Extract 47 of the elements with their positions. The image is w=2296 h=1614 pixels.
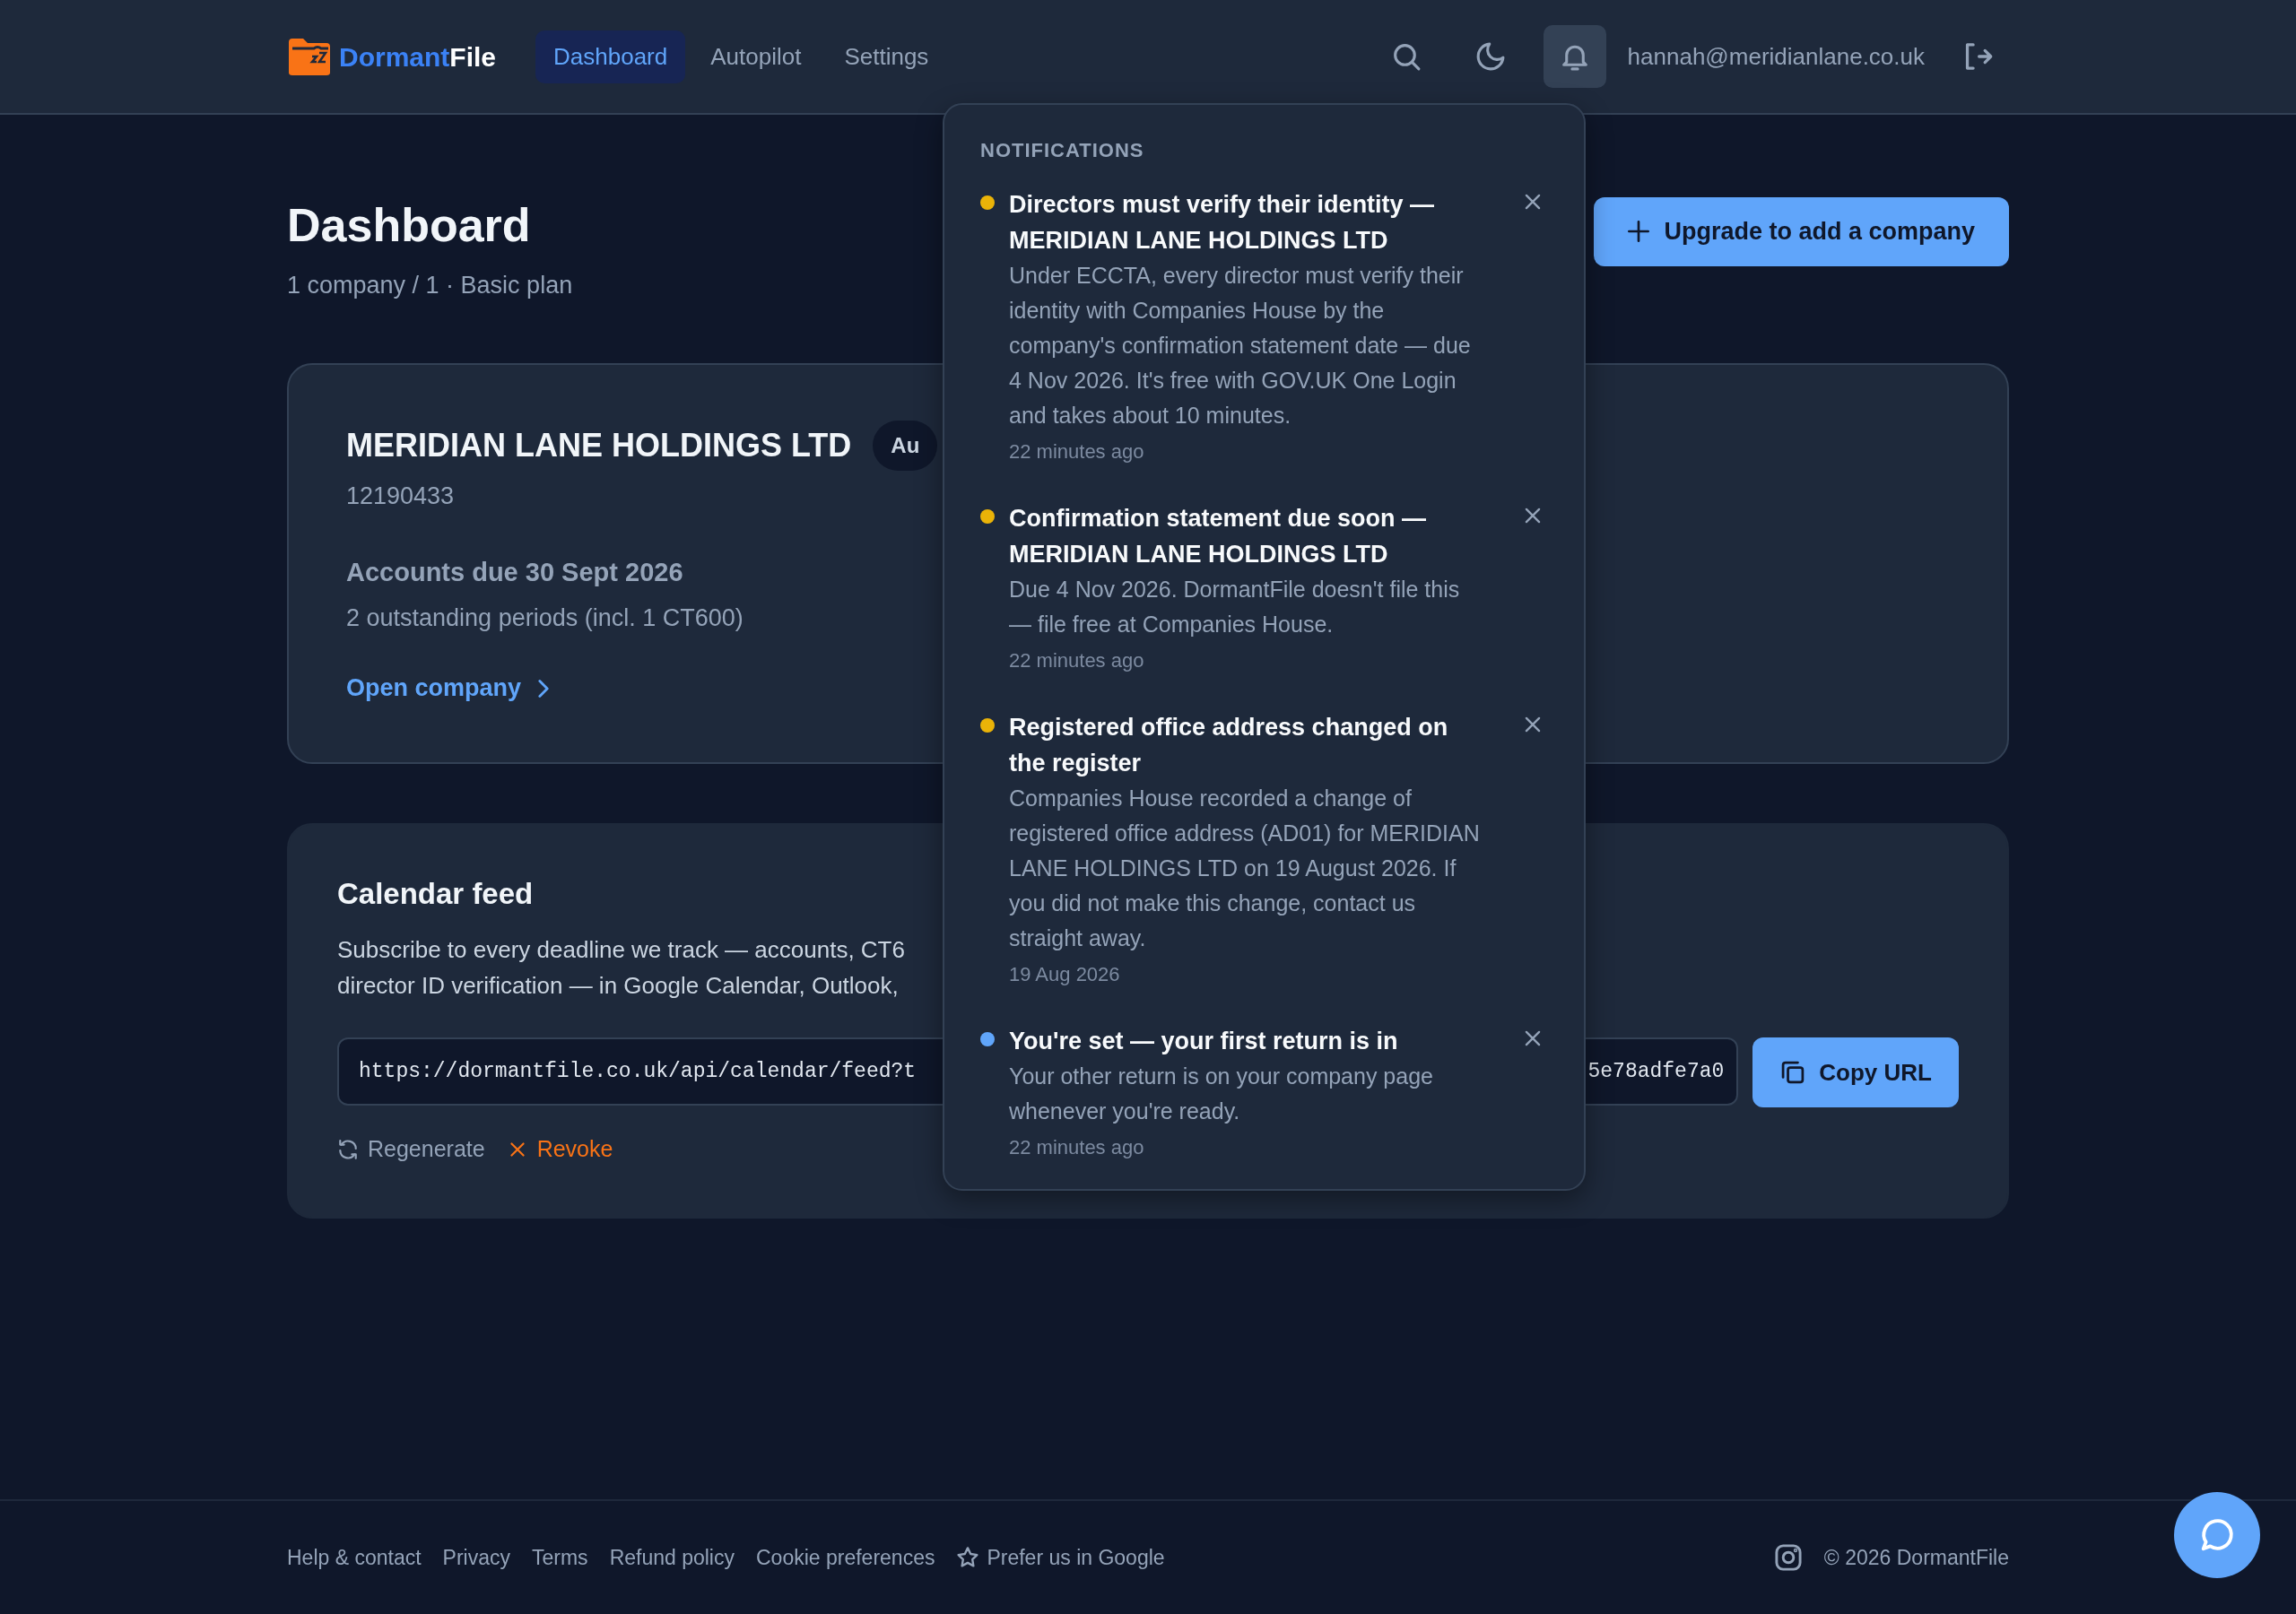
footer-link[interactable]: Prefer us in Google — [956, 1541, 1165, 1574]
upgrade-button[interactable]: Upgrade to add a company — [1594, 197, 2009, 266]
user-email: hannah@meridianlane.co.uk — [1627, 41, 1925, 72]
nav-tab[interactable]: Autopilot — [692, 30, 820, 83]
folder-logo-icon — [287, 37, 332, 76]
description-text: Subscribe to every deadline we track — accounts, CT6 — [337, 935, 905, 966]
open-company-link[interactable]: Open company — [346, 670, 551, 707]
footer-link[interactable]: Refund policy — [609, 1541, 735, 1574]
calendar-title: Calendar feed — [337, 875, 534, 912]
instagram-link[interactable] — [1773, 1543, 1803, 1572]
page-subtitle: 1 company / 1 · Basic plan — [287, 271, 573, 301]
copyright-text: © 2026 DormantFile — [1823, 1544, 2009, 1571]
instagram-icon — [1773, 1543, 1803, 1572]
notifications-button[interactable] — [1543, 25, 1606, 88]
notification-title: Confirmation statement due soon — MERIDIAN LANE HOLDINGS LTD — [1009, 504, 1428, 569]
refresh-icon — [337, 1139, 359, 1161]
notification-time: 19 Aug 2026 — [1009, 962, 1121, 987]
chevron-right-icon — [537, 677, 551, 699]
notification-text: Under ECCTA, every director must verify their identity with Companies House by the company's confirmation statement date — due 4 Nov 2026. It's free with GOV.UK One Login and takes about 10 minutes. — [1009, 262, 1472, 430]
nav-tab[interactable]: Dashboard — [535, 30, 686, 83]
footer-link[interactable]: Help & contact — [287, 1541, 422, 1574]
plus-icon — [1628, 221, 1650, 243]
notification-text: Companies House recorded a change of registered office address (AD01) for MERIDIAN LANE HOLDINGS LTD on 19 August 2026. If you did not make this change, contact us straight away. — [1009, 785, 1481, 952]
regenerate-button[interactable]: Regenerate — [337, 1132, 485, 1167]
accounts-due: Accounts due 30 Sept 2026 — [346, 557, 683, 589]
nav-tab[interactable]: Settings — [826, 30, 947, 83]
company-name: MERIDIAN LANE HOLDINGS LTD — [346, 425, 852, 465]
notification-time: 22 minutes ago — [1009, 1135, 1145, 1160]
notification-text: Due 4 Nov 2026. DormantFile doesn't file this — file free at Companies House. — [1009, 576, 1461, 638]
footer-link[interactable]: Cookie preferences — [756, 1541, 935, 1574]
brand-name[interactable]: DormantFile — [339, 36, 497, 77]
copy-url-button[interactable]: Copy URL — [1752, 1037, 1959, 1108]
page-title: Dashboard — [287, 198, 532, 253]
footer-link[interactable]: Terms — [532, 1541, 588, 1574]
notifications-heading: NOTIFICATIONS — [980, 138, 1145, 163]
star-icon — [956, 1546, 980, 1569]
notification-title: Registered office address changed on the register — [1009, 713, 1449, 778]
moon-icon — [1474, 41, 1506, 72]
notification-title: Directors must verify their identity — MERIDIAN LANE HOLDINGS LTD — [1009, 190, 1436, 256]
notification-time: 22 minutes ago — [1009, 439, 1145, 464]
description-text: director ID verification — in Google Calendar, Outlook, — [337, 971, 899, 1002]
status-badge: Au — [873, 420, 938, 471]
company-number: 12190433 — [346, 481, 455, 511]
outstanding-periods: 2 outstanding periods (incl. 1 CT600) — [346, 603, 744, 633]
revoke-button[interactable]: Revoke — [506, 1132, 613, 1167]
notification-time: 22 minutes ago — [1009, 648, 1145, 673]
footer-link[interactable]: Privacy — [442, 1541, 510, 1574]
